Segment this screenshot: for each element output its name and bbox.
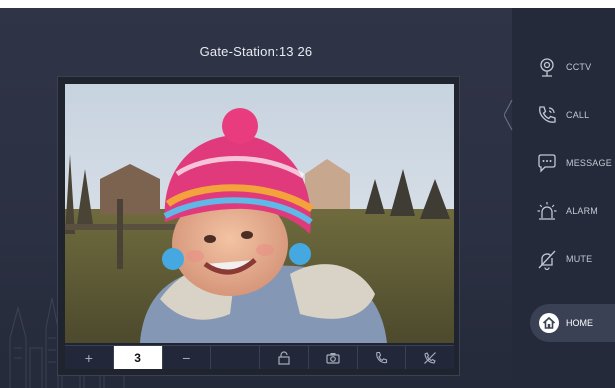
sidebar-item-message[interactable]: MESSAGE xyxy=(536,150,615,176)
minus-button[interactable]: − xyxy=(163,346,212,369)
empty-slot xyxy=(211,346,260,369)
home-label: HOME xyxy=(566,318,593,328)
video-frame: + 3 − xyxy=(57,76,460,376)
sidebar-item-label: CCTV xyxy=(566,62,592,72)
sidebar-item-label: MESSAGE xyxy=(566,158,612,168)
answer-call-button[interactable] xyxy=(358,346,407,369)
video-toolbar: + 3 − xyxy=(65,345,454,369)
unlock-icon xyxy=(278,350,290,365)
intercom-screen: Gate-Station:13 26 + 3 − CCTV CALL MESSA… xyxy=(0,8,615,388)
video-feed[interactable] xyxy=(65,84,454,343)
sidebar-item-mute[interactable]: MUTE xyxy=(536,246,615,272)
panel-notch xyxy=(504,100,513,130)
hangup-button[interactable] xyxy=(406,346,454,369)
phone-icon xyxy=(539,106,556,123)
sidebar-item-cctv[interactable]: CCTV xyxy=(536,54,615,80)
main-area: Gate-Station:13 26 + 3 − xyxy=(0,8,512,388)
home-icon xyxy=(539,313,559,333)
station-title: Gate-Station:13 26 xyxy=(199,44,313,59)
phone-icon xyxy=(376,351,388,363)
sidebar-item-label: MUTE xyxy=(566,254,593,264)
sidebar-item-call[interactable]: CALL xyxy=(536,102,615,128)
snapshot-button[interactable] xyxy=(309,346,358,369)
unlock-button[interactable] xyxy=(260,346,309,369)
camera-icon xyxy=(540,58,554,77)
sidebar-item-label: ALARM xyxy=(566,206,599,216)
message-icon xyxy=(538,154,556,173)
alarm-icon xyxy=(537,202,557,220)
sidebar-item-alarm[interactable]: ALARM xyxy=(536,198,615,224)
sidebar-item-label: CALL xyxy=(566,110,590,120)
number-field[interactable]: 3 xyxy=(113,346,163,369)
plus-button[interactable]: + xyxy=(65,346,114,369)
hangup-icon xyxy=(424,351,437,364)
camera-snapshot-icon xyxy=(326,352,340,364)
home-button[interactable]: HOME xyxy=(530,304,615,342)
side-panel: CCTV CALL MESSAGE ALARM MUTE HOME xyxy=(504,8,615,388)
mute-icon xyxy=(538,250,556,270)
